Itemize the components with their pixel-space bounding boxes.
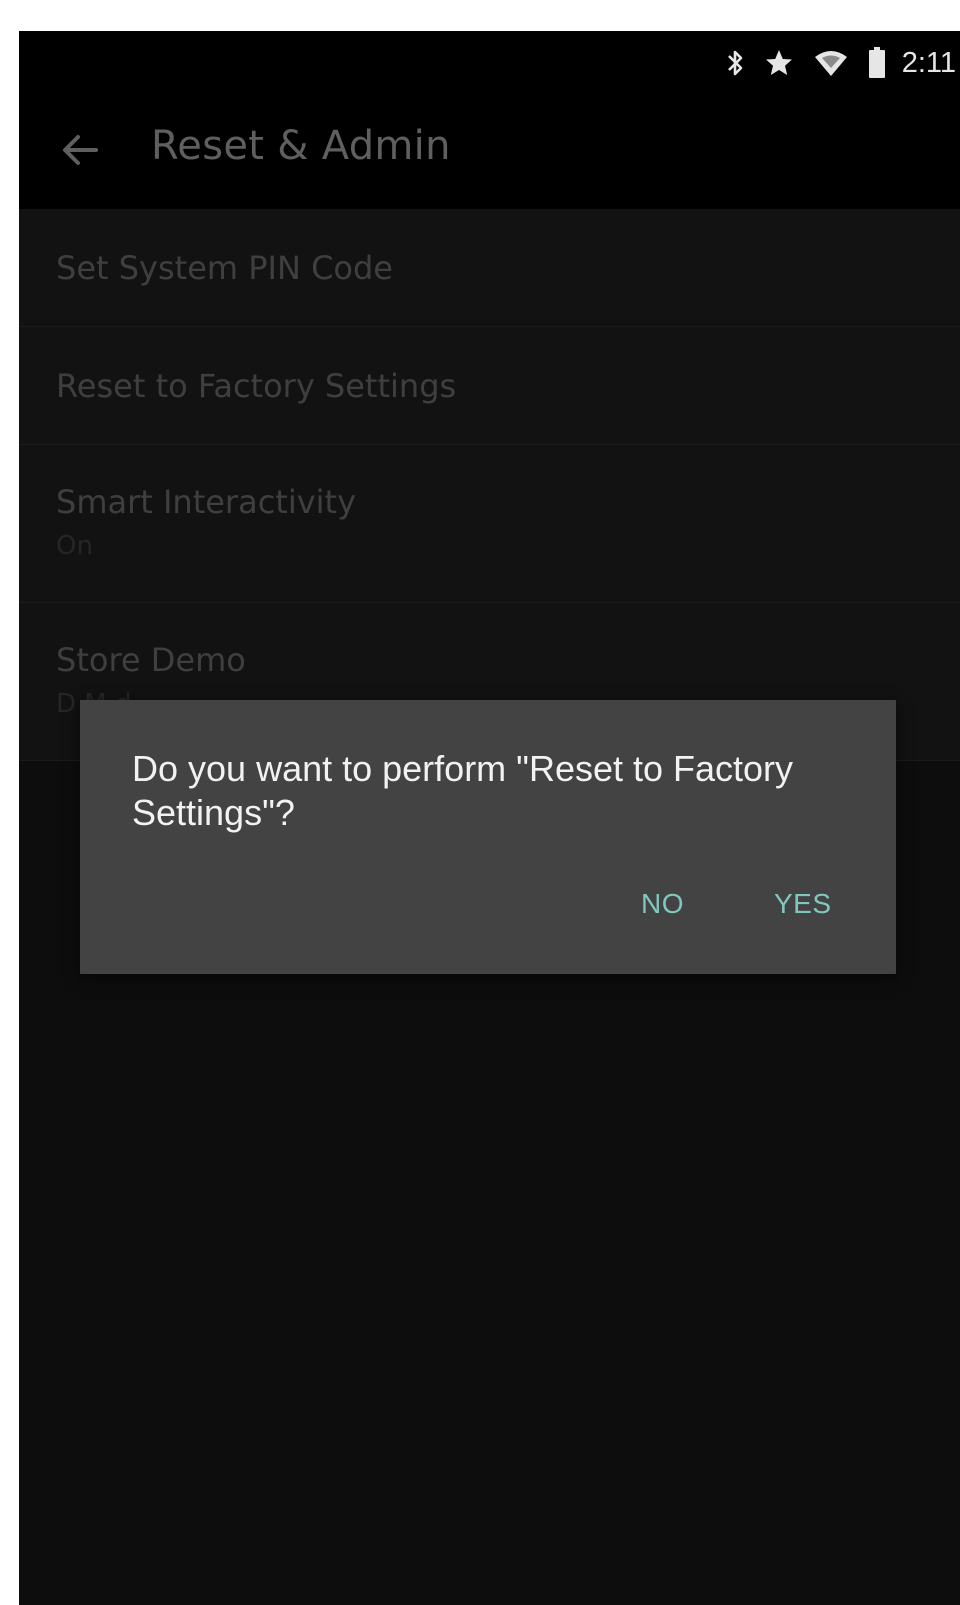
list-item-reset-factory[interactable]: Reset to Factory Settings [19,327,960,445]
no-button[interactable]: NO [641,888,684,920]
list-item-value: On [56,531,93,561]
arrow-left-icon [60,132,100,172]
list-item-title: Set System PIN Code [56,249,393,287]
yes-button[interactable]: YES [774,888,832,920]
list-item-title: Store Demo [56,641,246,679]
star-icon [764,48,794,78]
status-time: 2:11 [901,46,956,79]
list-item-title: Reset to Factory Settings [56,367,457,405]
dialog-message: Do you want to perform "Reset to Factory… [132,748,794,833]
list-item-set-system-pin[interactable]: Set System PIN Code [19,209,960,327]
phone-screen: 2:11 Reset & Admin Set System PIN Code R… [19,31,960,1605]
bluetooth-icon [726,48,744,78]
page-title: Reset & Admin [151,123,451,169]
app-bar: Reset & Admin [19,95,960,209]
wifi-icon [814,49,848,77]
settings-list: Set System PIN Code Reset to Factory Set… [19,209,960,761]
status-bar: 2:11 [19,31,960,95]
confirm-dialog: Do you want to perform "Reset to Factory… [80,700,896,974]
battery-icon [868,47,886,79]
status-icons: 2:11 [726,45,956,81]
back-button[interactable] [55,127,105,177]
list-item-smart-interactivity[interactable]: Smart Interactivity On [19,445,960,603]
list-item-title: Smart Interactivity [56,483,357,521]
